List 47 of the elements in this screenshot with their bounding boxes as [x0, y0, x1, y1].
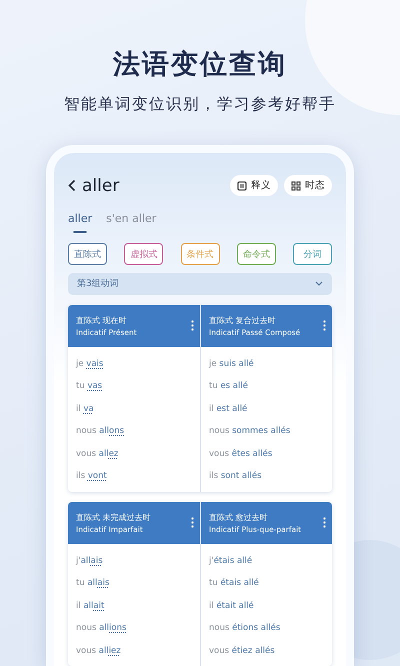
conjugation-form: ils vont [76, 470, 108, 483]
tense-title: 直陈式 未完成过去时 [76, 512, 151, 522]
verb-tab[interactable]: aller [68, 212, 92, 233]
conjugation-form: je suis allé [209, 358, 255, 370]
more-icon[interactable] [323, 320, 326, 331]
conjugation-form: tu étais allé [209, 577, 260, 590]
tense-title: 直陈式 复合过去时 [209, 314, 277, 326]
list-icon [237, 180, 247, 190]
verb-group-dropdown[interactable]: 第3组动词 [68, 273, 332, 294]
mood-chip[interactable]: 条件式 [180, 243, 220, 265]
conjugation-form: il est allé [209, 402, 248, 416]
grid-icon [291, 180, 301, 190]
more-icon[interactable] [323, 517, 326, 528]
verb-tab[interactable]: s'en aller [106, 212, 156, 233]
conjugation-form: tu allais [76, 577, 110, 590]
mood-chip[interactable]: 直陈式 [68, 243, 107, 265]
conjugation-form: je vais [76, 358, 104, 370]
mood-chip[interactable]: 分词 [293, 243, 332, 265]
more-icon[interactable] [191, 517, 194, 528]
tense-title: 直陈式 现在时 [76, 314, 128, 326]
back-icon[interactable] [68, 179, 76, 192]
headline: 法语变位查询 [113, 48, 287, 82]
conjugation-form: vous êtes allés [209, 448, 274, 460]
conjugation-form: tu vas [76, 380, 104, 393]
mood-chip[interactable]: 虚拟式 [124, 243, 164, 265]
conjugation-form: nous allions [76, 622, 128, 635]
mood-chip[interactable]: 命令式 [236, 243, 276, 265]
verb-title: aller [82, 176, 120, 196]
more-icon[interactable] [191, 320, 194, 331]
conjugation-form: nous allons [76, 425, 126, 438]
conjugation-form: j'allais [76, 554, 104, 568]
conjugation-form: tu es allé [209, 380, 249, 393]
tense-title: 直陈式 愈过去时 [209, 512, 269, 522]
conjugation-form: vous alliez [76, 644, 122, 658]
conjugation-form: nous étions allés [209, 622, 282, 635]
conjugation-form: j'étais allé [209, 554, 254, 568]
tense-button[interactable]: 时态 [284, 175, 332, 196]
chevron-icon [315, 281, 323, 286]
conjugation-form: il va [76, 402, 95, 416]
tagline: 智能单词变位识别，学习参考好帮手 [64, 94, 336, 115]
conjugation-form: nous sommes allés [209, 425, 292, 438]
conjugation-form: ils sont allés [209, 470, 262, 483]
conjugation-form: vous étiez allés [209, 644, 276, 658]
conjugation-form: il allait [76, 600, 106, 612]
conjugation-form: il était allé [209, 600, 255, 612]
definition-button[interactable]: 释义 [230, 175, 278, 196]
conjugation-form: vous allez [76, 448, 120, 460]
